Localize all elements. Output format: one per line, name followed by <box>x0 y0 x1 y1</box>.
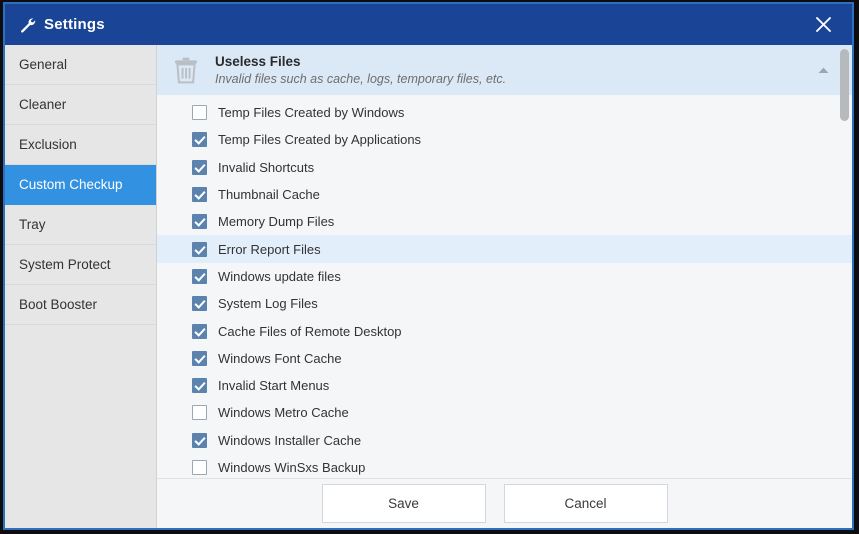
checklist-row[interactable]: Windows update files <box>157 263 852 290</box>
trash-can-icon <box>175 57 197 84</box>
content-pane: Useless Files Invalid files such as cach… <box>157 45 852 528</box>
sidebar-item-label: General <box>19 57 68 72</box>
checkbox-checked-icon[interactable] <box>192 159 207 175</box>
close-icon <box>815 17 831 32</box>
checkbox-unchecked-icon[interactable] <box>192 405 207 421</box>
checklist-row[interactable]: Windows Installer Cache <box>157 427 852 454</box>
checklist-row-label: Memory Dump Files <box>218 214 335 230</box>
checkbox-checked-icon[interactable] <box>192 268 207 284</box>
checklist-row-label: Windows WinSxs Backup <box>218 460 366 475</box>
sidebar-item-label: Boot Booster <box>19 297 98 312</box>
checkbox-checked-icon[interactable] <box>192 350 207 366</box>
sidebar-item-label: System Protect <box>19 257 111 272</box>
checklist-row-label: System Log Files <box>218 296 318 312</box>
checklist-row-label: Windows Font Cache <box>218 350 342 366</box>
checkbox-checked-icon[interactable] <box>192 432 207 448</box>
checklist-row-label: Windows Metro Cache <box>218 405 349 421</box>
checklist-row[interactable]: Thumbnail Cache <box>157 181 852 208</box>
wrench-icon <box>21 18 36 33</box>
vertical-scrollbar[interactable] <box>840 49 849 474</box>
sidebar-item-system-protect[interactable]: System Protect <box>5 245 156 285</box>
checklist-row[interactable]: Invalid Start Menus <box>157 372 852 399</box>
checkbox-unchecked-icon[interactable] <box>192 460 207 475</box>
title-bar: Settings <box>5 4 852 45</box>
checklist-row-label: Error Report Files <box>218 241 321 257</box>
chevron-up-icon <box>818 67 829 73</box>
sidebar-item-label: Tray <box>19 217 46 232</box>
section-texts: Useless Files Invalid files such as cach… <box>215 54 506 87</box>
checkbox-unchecked-icon[interactable] <box>192 105 207 121</box>
checklist-row[interactable]: Invalid Shortcuts <box>157 154 852 181</box>
checklist-row[interactable]: Temp Files Created by Windows <box>157 99 852 126</box>
section-header-useless-files[interactable]: Useless Files Invalid files such as cach… <box>157 45 852 95</box>
sidebar-item-label: Exclusion <box>19 137 77 152</box>
sidebar-item-label: Cleaner <box>19 97 67 112</box>
collapse-toggle[interactable] <box>817 61 830 79</box>
checklist-row-label: Temp Files Created by Applications <box>218 132 422 148</box>
scroll-area: Useless Files Invalid files such as cach… <box>157 45 852 478</box>
checkbox-checked-icon[interactable] <box>192 132 207 148</box>
checkbox-checked-icon[interactable] <box>192 241 207 257</box>
settings-window: Settings General Cleaner Exclusion Custo… <box>3 2 854 530</box>
checklist-row-label: Windows Installer Cache <box>218 432 362 448</box>
sidebar-item-general[interactable]: General <box>5 45 156 85</box>
sidebar-item-boot-booster[interactable]: Boot Booster <box>5 285 156 325</box>
checklist-row[interactable]: Error Report Files <box>157 235 852 263</box>
checkbox-checked-icon[interactable] <box>192 296 207 312</box>
window-body: General Cleaner Exclusion Custom Checkup… <box>5 45 852 528</box>
footer-bar: Save Cancel <box>157 478 852 528</box>
checklist-row[interactable]: System Log Files <box>157 290 852 317</box>
checklist-row-label: Temp Files Created by Windows <box>218 105 405 121</box>
save-button[interactable]: Save <box>321 484 486 523</box>
checklist-row-label: Windows update files <box>218 268 341 284</box>
sidebar-item-tray[interactable]: Tray <box>5 205 156 245</box>
checklist-row-label: Cache Files of Remote Desktop <box>218 323 402 339</box>
checklist-row[interactable]: Windows WinSxs Backup <box>157 454 852 478</box>
cancel-button[interactable]: Cancel <box>503 484 668 523</box>
checkbox-checked-icon[interactable] <box>192 378 207 394</box>
checkbox-checked-icon[interactable] <box>192 323 207 339</box>
close-button[interactable] <box>808 10 838 40</box>
checkbox-checked-icon[interactable] <box>192 187 207 203</box>
checklist-row[interactable]: Temp Files Created by Applications <box>157 126 852 153</box>
checklist-row[interactable]: Cache Files of Remote Desktop <box>157 317 852 344</box>
sidebar-item-label: Custom Checkup <box>19 177 123 192</box>
sidebar-item-exclusion[interactable]: Exclusion <box>5 125 156 165</box>
scrollbar-thumb[interactable] <box>840 49 849 121</box>
useless-files-checklist: Temp Files Created by Windows Temp Files … <box>157 95 852 478</box>
section-subtitle: Invalid files such as cache, logs, tempo… <box>215 72 507 87</box>
sidebar-item-custom-checkup[interactable]: Custom Checkup <box>5 165 156 205</box>
sidebar-item-cleaner[interactable]: Cleaner <box>5 85 156 125</box>
checklist-row-label: Thumbnail Cache <box>218 187 320 203</box>
window-title: Settings <box>44 16 105 33</box>
checkbox-checked-icon[interactable] <box>192 214 207 230</box>
section-title: Useless Files <box>215 53 301 69</box>
checklist-row[interactable]: Memory Dump Files <box>157 208 852 235</box>
checklist-row[interactable]: Windows Metro Cache <box>157 399 852 426</box>
checklist-row-label: Invalid Shortcuts <box>218 159 315 175</box>
sidebar: General Cleaner Exclusion Custom Checkup… <box>5 45 157 528</box>
checklist-row[interactable]: Windows Font Cache <box>157 345 852 372</box>
checklist-row-label: Invalid Start Menus <box>218 378 330 394</box>
